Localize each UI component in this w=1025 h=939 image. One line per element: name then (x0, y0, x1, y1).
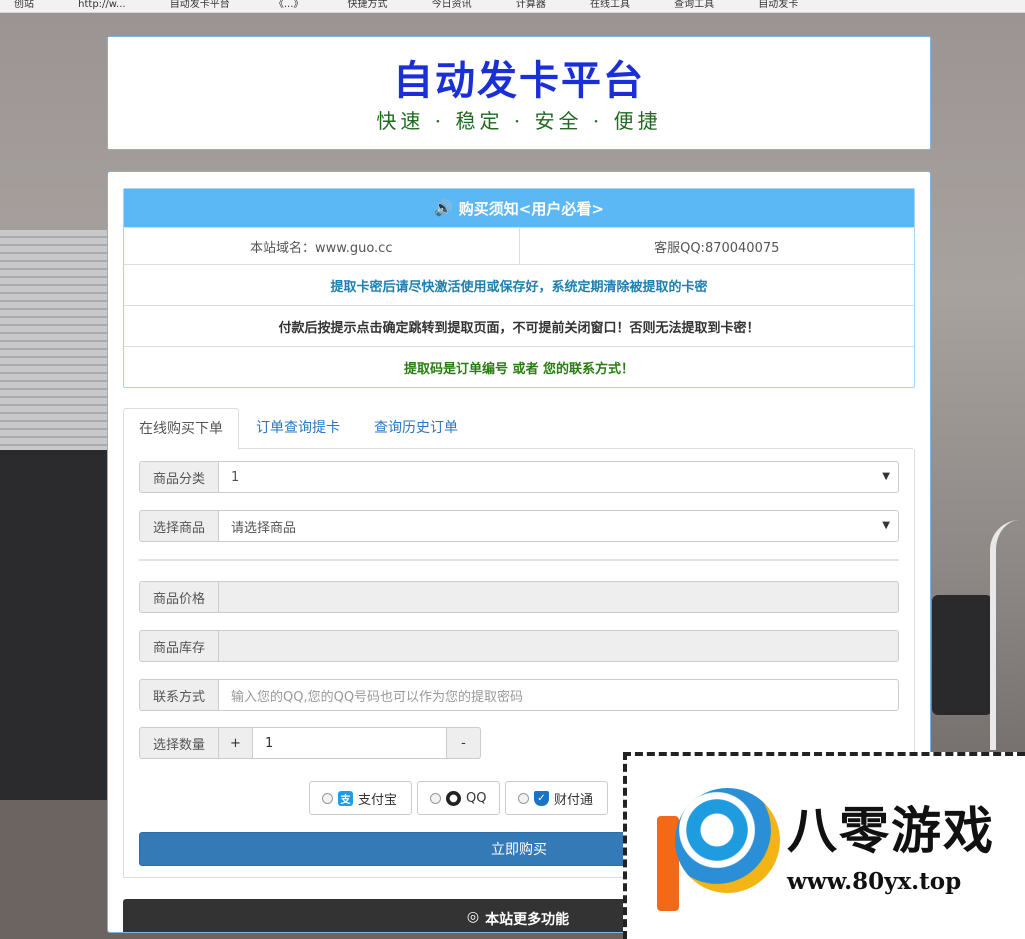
category-group: 商品分类 1 ▼ (139, 461, 899, 493)
bookmark-item[interactable]: 计算器 (516, 0, 546, 10)
pay-option-alipay[interactable]: 支 支付宝 (309, 781, 412, 815)
tab-order-history[interactable]: 查询历史订单 (359, 408, 473, 448)
more-features-label: 本站更多功能 (485, 912, 570, 928)
category-label: 商品分类 (139, 461, 219, 493)
radio-icon[interactable] (430, 792, 441, 804)
compass-icon: ◎ (466, 909, 480, 925)
tab-online-purchase[interactable]: 在线购买下单 (123, 408, 239, 450)
watermark-url: www.80yx.top (787, 868, 962, 895)
pay-label: QQ (466, 790, 487, 806)
tab-order-query[interactable]: 订单查询提卡 (241, 408, 355, 448)
price-field (219, 581, 899, 613)
stock-field (219, 630, 899, 662)
bookmark-item[interactable]: 在线工具 (590, 0, 630, 10)
product-group: 选择商品 请选择商品 ▼ (139, 510, 899, 542)
contact-placeholder: 输入您的QQ,您的QQ号码也可以作为您的提取密码 (231, 689, 524, 705)
watermark-name: 八零游戏 (787, 802, 995, 860)
bookmark-item[interactable]: 自动发卡平台 (170, 0, 230, 10)
radio-icon[interactable] (322, 792, 333, 804)
purchase-notice: 🔊 购买须知<用户必看> 本站域名：www.guo.cc 客服QQ:870040… (123, 188, 915, 388)
payment-options: 支 支付宝 ● QQ ✓ 财付通 (309, 781, 608, 815)
bookmark-item[interactable]: 查询工具 (674, 0, 714, 10)
qq-penguin-icon: ● (446, 790, 461, 806)
tenpay-shield-icon: ✓ (534, 790, 549, 806)
contact-input[interactable]: 输入您的QQ,您的QQ号码也可以作为您的提取密码 (219, 679, 899, 711)
category-select[interactable]: 1 ▼ (219, 461, 899, 493)
support-qq: 客服QQ:870040075 (654, 240, 780, 256)
notice-line-3: 提取码是订单编号 或者 您的联系方式！ (124, 346, 914, 387)
quantity-input[interactable]: 1 (253, 727, 447, 759)
notice-line-2: 付款后按提示点击确定跳转到提取页面，不可提前关闭窗口！否则无法提取到卡密！ (124, 305, 914, 346)
site-domain: 本站域名：www.guo.cc (124, 228, 520, 264)
tab-bar: 在线购买下单 订单查询提卡 查询历史订单 (123, 408, 913, 450)
bookmark-item[interactable]: http://w... (78, 0, 125, 10)
quantity-plus-button[interactable]: + (219, 727, 253, 759)
pay-label: 支付宝 (358, 792, 398, 808)
bookmark-item[interactable]: 快捷方式 (348, 0, 388, 10)
form-divider (139, 559, 899, 561)
notice-header: 🔊 购买须知<用户必看> (124, 189, 914, 227)
alipay-icon: 支 (338, 790, 353, 806)
product-value: 请选择商品 (231, 520, 297, 536)
background-monitor (0, 450, 108, 810)
product-label: 选择商品 (139, 510, 219, 542)
pay-option-qq[interactable]: ● QQ (417, 781, 500, 815)
bookmark-item[interactable]: 今日资讯 (432, 0, 472, 10)
background-lamp (990, 520, 1025, 750)
pay-label: 财付通 (554, 792, 594, 808)
background-speaker (932, 595, 992, 715)
site-header: 自动发卡平台 快速 · 稳定 · 安全 · 便捷 (107, 36, 931, 150)
stock-label: 商品库存 (139, 630, 219, 662)
price-group: 商品价格 (139, 581, 899, 613)
price-label: 商品价格 (139, 581, 219, 613)
site-title: 自动发卡平台 (393, 58, 645, 104)
bookmark-item[interactable]: 自动发卡 (758, 0, 798, 10)
contact-group: 联系方式 输入您的QQ,您的QQ号码也可以作为您的提取密码 (139, 679, 899, 711)
notice-heading: 购买须知<用户必看> (458, 199, 604, 218)
notice-info-row: 本站域名：www.guo.cc 客服QQ:870040075 (124, 227, 914, 264)
caret-down-icon: ▼ (882, 520, 890, 531)
quantity-label: 选择数量 (139, 727, 219, 759)
quantity-minus-button[interactable]: - (447, 727, 481, 759)
watermark-logo: 八零游戏 www.80yx.top (623, 752, 1025, 939)
product-select[interactable]: 请选择商品 ▼ (219, 510, 899, 542)
bookmark-item[interactable]: 创站 (14, 0, 34, 10)
contact-label: 联系方式 (139, 679, 219, 711)
quantity-stepper: 选择数量 + 1 - (139, 727, 481, 759)
radio-icon[interactable] (518, 792, 529, 804)
site-slogan: 快速 · 稳定 · 安全 · 便捷 (376, 109, 662, 133)
notice-line-1: 提取卡密后请尽快激活使用或保存好，系统定期清除被提取的卡密 (124, 264, 914, 305)
background-window-blind (0, 230, 108, 460)
watermark-swirl-icon (675, 788, 780, 893)
speaker-icon: 🔊 (434, 199, 453, 217)
bookmarks-bar: 创站 http://w... 自动发卡平台 《...》 快捷方式 今日资讯 计算… (0, 0, 1025, 13)
bookmark-item[interactable]: 《...》 (274, 0, 304, 10)
stock-group: 商品库存 (139, 630, 899, 662)
category-value: 1 (231, 469, 240, 485)
pay-option-tenpay[interactable]: ✓ 财付通 (505, 781, 608, 815)
caret-down-icon: ▼ (882, 471, 890, 482)
